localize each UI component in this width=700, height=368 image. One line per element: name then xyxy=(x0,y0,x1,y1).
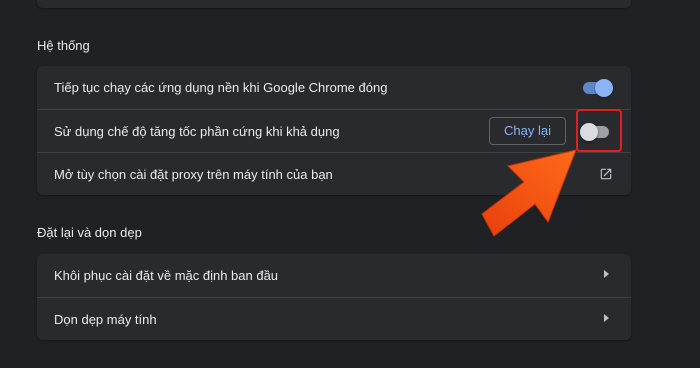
relaunch-button[interactable]: Chạy lại xyxy=(489,117,566,145)
chevron-right-icon xyxy=(604,270,609,278)
open-in-new-icon[interactable] xyxy=(599,167,613,181)
chrome-settings-page: Hệ thống Tiếp tục chạy các ứng dụng nền … xyxy=(0,0,700,368)
previous-settings-card xyxy=(37,0,631,8)
restore-defaults-label: Khôi phục cài đặt về mặc định ban đầu xyxy=(54,268,279,283)
system-section-title: Hệ thống xyxy=(37,38,90,53)
cleanup-computer-row[interactable]: Dọn dẹp máy tính xyxy=(37,297,631,340)
proxy-settings-label: Mở tùy chọn cài đặt proxy trên máy tính … xyxy=(54,166,333,182)
hardware-acceleration-label: Sử dụng chế độ tăng tốc phần cứng khi kh… xyxy=(54,123,340,139)
background-apps-label: Tiếp tục chạy các ứng dụng nền khi Googl… xyxy=(54,80,388,95)
highlight-box xyxy=(576,109,622,152)
restore-defaults-row[interactable]: Khôi phục cài đặt về mặc định ban đầu xyxy=(37,254,631,297)
reset-settings-card: Khôi phục cài đặt về mặc định ban đầu Dọ… xyxy=(37,254,631,340)
hardware-acceleration-row[interactable]: Sử dụng chế độ tăng tốc phần cứng khi kh… xyxy=(37,109,631,152)
chevron-right-icon xyxy=(604,314,609,322)
pointer-arrow-icon xyxy=(481,149,577,237)
reset-section-title: Đặt lại và dọn dẹp xyxy=(37,225,142,240)
background-apps-toggle[interactable] xyxy=(583,79,613,97)
toggle-knob xyxy=(595,79,613,97)
cleanup-computer-label: Dọn dẹp máy tính xyxy=(54,311,157,327)
background-apps-row[interactable]: Tiếp tục chạy các ứng dụng nền khi Googl… xyxy=(37,66,631,109)
